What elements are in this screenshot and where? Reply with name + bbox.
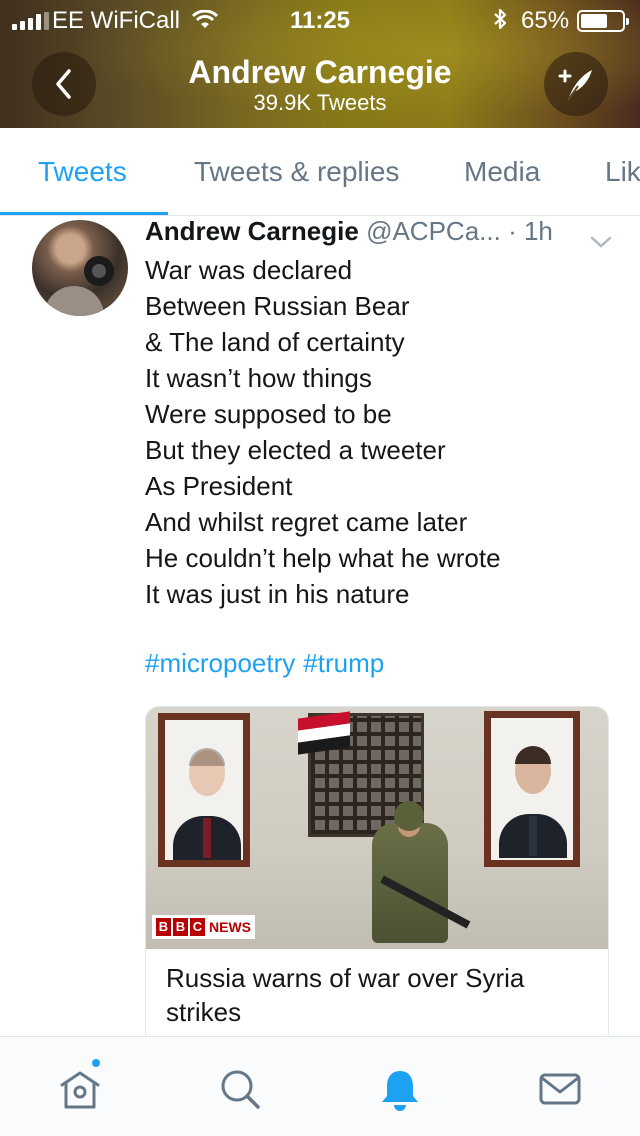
compose-feather-icon <box>558 69 592 101</box>
active-tab-indicator <box>0 212 168 215</box>
tweet-line: War was declared <box>145 255 353 285</box>
tweet-line: & The land of certainty <box>145 327 405 357</box>
status-bar: EE WiFiCall 11:25 65% <box>0 0 640 40</box>
tweet-hashtags: #micropoetry #trump <box>145 648 384 679</box>
tab-likes[interactable]: Lik <box>605 156 640 188</box>
tab-tweets-and-replies[interactable]: Tweets & replies <box>194 156 399 188</box>
portrait-frame <box>484 711 580 867</box>
tweet-time: · 1h <box>508 216 553 246</box>
tweet-header: Andrew Carnegie @ACPCa... · 1h <box>145 216 625 250</box>
avatar[interactable] <box>32 220 128 316</box>
tweet-line: As President <box>145 471 293 501</box>
tweet-line: Between Russian Bear <box>145 291 410 321</box>
portrait-frame <box>158 713 250 867</box>
link-preview-card[interactable]: B B C NEWS Russia warns of war over Syri… <box>145 706 609 1046</box>
hashtag-link[interactable]: #trump <box>303 648 384 678</box>
tab-media[interactable]: Media <box>464 156 540 188</box>
tweet-line: He couldn’t help what he wrote <box>145 543 501 573</box>
bbc-news-logo: B B C NEWS <box>152 915 255 939</box>
profile-tabs: Tweets Tweets & replies Media Lik <box>0 128 640 216</box>
tweet-count: 39.9K Tweets <box>253 90 387 115</box>
notification-dot <box>90 1057 102 1069</box>
flag <box>298 711 350 755</box>
tweet-line: But they elected a tweeter <box>145 435 446 465</box>
tweet-handle[interactable]: @ACPCa... <box>366 216 501 246</box>
search-icon[interactable] <box>216 1065 264 1113</box>
hashtag-link[interactable]: #micropoetry <box>145 648 295 678</box>
battery-percent: 65% <box>521 7 570 34</box>
tweet-author[interactable]: Andrew Carnegie <box>145 216 359 246</box>
notifications-bell-icon[interactable] <box>376 1065 424 1113</box>
compose-tweet-button[interactable] <box>544 52 608 116</box>
tweet-line: It wasn’t how things <box>145 363 372 393</box>
tab-tweets[interactable]: Tweets <box>38 156 127 188</box>
home-icon[interactable] <box>56 1065 104 1113</box>
bluetooth-icon <box>492 7 508 38</box>
card-title[interactable]: Russia warns of war over Syria strikes <box>166 961 596 1029</box>
messages-envelope-icon[interactable] <box>536 1065 584 1113</box>
battery-icon <box>577 10 629 32</box>
tweet-line: It was just in his nature <box>145 579 410 609</box>
tweet-text: War was declared Between Russian Bear & … <box>145 252 625 612</box>
tweet-line: And whilst regret came later <box>145 507 468 537</box>
tweet-line: Were supposed to be <box>145 399 392 429</box>
profile-header: EE WiFiCall 11:25 65% Andrew Carnegie 39… <box>0 0 640 128</box>
bottom-tab-bar <box>0 1036 640 1136</box>
card-image: B B C NEWS <box>146 707 608 949</box>
